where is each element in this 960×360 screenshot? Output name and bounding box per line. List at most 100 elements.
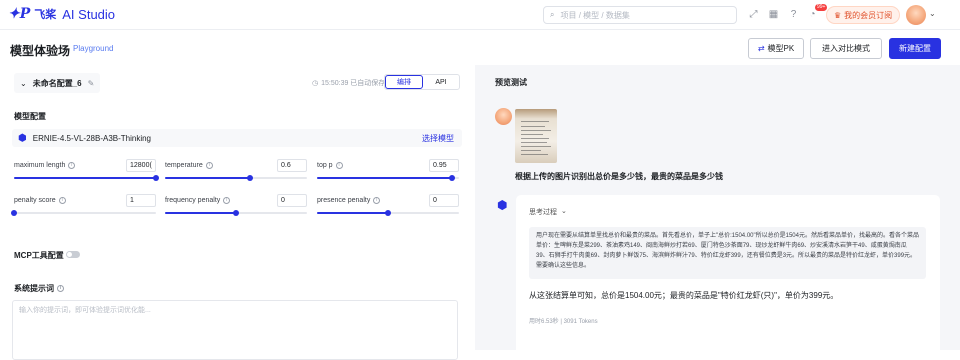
thinking-content: 用户现在需要从结算单里找总价和最贵的菜品。首先看总价，单子上"总价:1504.0…: [529, 227, 926, 279]
mcp-heading: MCP工具配置: [14, 251, 64, 260]
answer-text: 从这张结算单可知，总价是1504.00元；最贵的菜品是"特价红龙虾(只)"，单价…: [529, 291, 839, 300]
help-icon[interactable]: ?: [788, 9, 799, 20]
membership-label: 我的会员订阅: [844, 10, 893, 20]
model-selector[interactable]: ⬢ ERNIE-4.5-VL-28B-A3B-Thinking 选择模型: [12, 129, 462, 147]
param-slider[interactable]: [317, 210, 459, 216]
param-top-p: top p i 0.95: [317, 159, 459, 183]
system-prompt-heading: 系统提示词 i: [14, 283, 64, 294]
thinking-label: 思考过程: [529, 209, 557, 216]
autosave-status: ◷ 15:50:39 已自动保存: [312, 78, 385, 88]
param-value-input[interactable]: 0.95: [429, 159, 459, 172]
system-prompt-input[interactable]: 输入你的提示词，即可体验提示词优化能...: [12, 300, 458, 360]
slider-handle[interactable]: [385, 210, 391, 216]
clock-icon: ◷: [312, 80, 319, 87]
param-value-input[interactable]: 0: [277, 194, 307, 207]
user-avatar[interactable]: [906, 5, 926, 25]
param-label: frequency penalty i: [165, 197, 231, 204]
crown-icon: ♛: [834, 10, 842, 20]
param-maximum-length: maximum length i 12800(: [14, 159, 159, 183]
info-icon[interactable]: i: [223, 197, 231, 204]
user-question: 根据上传的图片识别出总价是多少钱，最贵的菜品是多少钱: [515, 172, 723, 181]
param-penalty-score: penalty score i 1: [11, 194, 156, 218]
slider-handle[interactable]: [153, 175, 159, 181]
compare-mode-label: 进入对比模式: [822, 44, 870, 53]
select-model-link[interactable]: 选择模型: [422, 133, 454, 144]
param-temperature: temperature i 0.6: [165, 159, 307, 183]
slider-handle[interactable]: [11, 210, 17, 216]
info-icon[interactable]: i: [58, 197, 66, 204]
bot-answer-card: 思考过程 ⌄ 用户现在需要从结算单里找总价和最贵的菜品。首先看总价，单子上"总价…: [516, 195, 940, 355]
mcp-toggle[interactable]: [66, 251, 80, 258]
slider-handle[interactable]: [247, 175, 254, 181]
param-slider[interactable]: [317, 175, 459, 181]
info-icon[interactable]: i: [373, 197, 381, 204]
thinking-toggle[interactable]: 思考过程 ⌄: [529, 207, 567, 217]
system-prompt-placeholder: 输入你的提示词，即可体验提示词优化能...: [19, 307, 151, 314]
param-label-text: maximum length: [14, 162, 66, 169]
model-pk-label: 模型PK: [767, 44, 795, 53]
param-frequency-penalty: frequency penalty i 0: [165, 194, 307, 218]
param-value-input[interactable]: 1: [126, 194, 156, 207]
model-config-heading: 模型配置: [14, 112, 46, 121]
mode-tabs: 编排 API: [384, 74, 460, 90]
info-icon[interactable]: i: [205, 162, 213, 169]
config-name: 未命名配置_6: [32, 78, 82, 88]
slider-fill: [165, 212, 236, 214]
preview-title: 预览测试: [495, 78, 527, 87]
logo-cn-text: 飞桨: [34, 9, 57, 21]
param-slider[interactable]: [11, 210, 156, 216]
param-slider[interactable]: [165, 175, 307, 181]
info-icon[interactable]: i: [68, 162, 76, 169]
answer-meta: 用时6.53秒 | 3091 Tokens: [529, 319, 598, 325]
page-header: 模型体验场 Playground ⇄ 模型PK 进入对比模式 新建配置: [0, 30, 960, 65]
edit-icon[interactable]: ✎: [88, 79, 95, 88]
slider-handle[interactable]: [448, 175, 455, 181]
param-value-input[interactable]: 0: [429, 194, 459, 207]
chevron-down-icon[interactable]: ⌄: [929, 9, 936, 18]
param-value-input[interactable]: 0.6: [277, 159, 307, 172]
param-label: maximum length i: [14, 162, 76, 169]
info-icon[interactable]: i: [335, 162, 343, 169]
logo[interactable]: ✦P 飞桨 AI Studio: [8, 6, 115, 22]
param-label: temperature i: [165, 162, 213, 169]
notification-badge: 99+: [815, 4, 828, 11]
param-label-text: top p: [317, 162, 333, 169]
config-name-selector[interactable]: ⌄ 未命名配置_6 ✎: [14, 73, 101, 93]
paddle-logo-icon: ✦P: [8, 6, 31, 22]
uploaded-receipt-image[interactable]: [515, 109, 557, 163]
membership-pill[interactable]: ♛ 我的会员订阅: [826, 6, 901, 24]
apps-icon[interactable]: ▦: [768, 9, 779, 20]
config-toolbar: ⌄ 未命名配置_6 ✎ ◷ 15:50:39 已自动保存 编排 API: [14, 73, 462, 93]
ernie-model-icon: ⬢: [18, 132, 27, 144]
param-slider[interactable]: [14, 175, 159, 181]
param-label-text: frequency penalty: [165, 197, 221, 204]
slider-handle[interactable]: [233, 210, 239, 216]
param-label-text: temperature: [165, 162, 203, 169]
top-bar: ✦P 飞桨 AI Studio ⌕ 项目 / 模型 / 数据集 ⤢ ▦ ? ◔ …: [0, 0, 960, 30]
param-presence-penalty: presence penalty i 0: [317, 194, 459, 218]
param-label-text: presence penalty: [317, 197, 371, 204]
app-name: AI Studio: [62, 6, 116, 22]
expand-icon[interactable]: ⤢: [748, 9, 759, 20]
search-input[interactable]: ⌕ 项目 / 模型 / 数据集: [543, 6, 737, 24]
autosave-text: 15:50:39 已自动保存: [321, 80, 386, 87]
param-label: top pi: [317, 162, 343, 169]
model-pk-button[interactable]: ⇄ 模型PK: [748, 38, 804, 59]
chevron-down-icon: ⌄: [561, 208, 567, 215]
param-label: presence penalty i: [317, 197, 381, 204]
compare-mode-button[interactable]: 进入对比模式: [810, 38, 882, 59]
system-prompt-label: 系统提示词: [14, 284, 54, 293]
ernie-bot-icon: ⬢: [497, 198, 508, 212]
tab-api[interactable]: API: [423, 75, 459, 89]
preview-panel: 预览测试 根据上传的图片识别出总价是多少钱，最贵的菜品是多少钱 ⬢ 思考过程 ⌄…: [475, 65, 960, 355]
param-slider[interactable]: [165, 210, 307, 216]
param-label-text: penalty score: [14, 197, 56, 204]
config-panel: ⌄ 未命名配置_6 ✎ ◷ 15:50:39 已自动保存 编排 API 模型配置…: [0, 65, 475, 360]
info-icon[interactable]: i: [57, 285, 64, 292]
tab-orchestrate[interactable]: 编排: [385, 75, 423, 89]
param-value-input[interactable]: 12800(: [126, 159, 156, 172]
new-config-button[interactable]: 新建配置: [889, 38, 941, 59]
chevron-down-icon: ⌄: [20, 78, 27, 88]
slider-fill: [14, 177, 156, 179]
model-name: ERNIE-4.5-VL-28B-A3B-Thinking: [32, 133, 152, 143]
